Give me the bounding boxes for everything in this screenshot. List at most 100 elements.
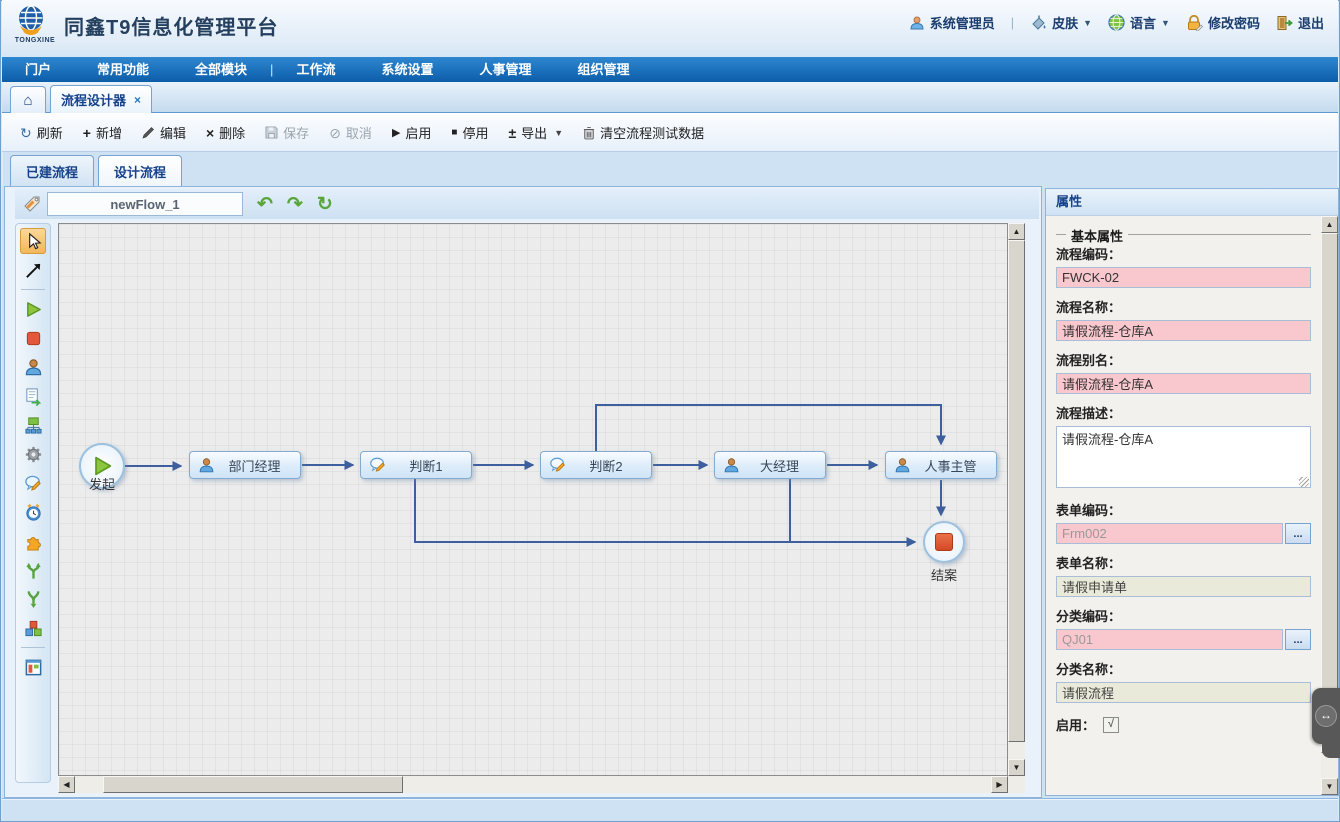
scroll-down-icon[interactable]: ▼ [1321, 778, 1338, 795]
clear-test-data-button[interactable]: 清空流程测试数据 [573, 123, 714, 142]
palette-divider [21, 647, 45, 648]
judge-node-tool[interactable] [20, 470, 46, 496]
cancel-button[interactable]: ⊘ 取消 [319, 123, 382, 142]
undo-icon[interactable]: ↶ [257, 195, 273, 214]
home-tab[interactable]: ⌂ [10, 86, 46, 113]
node-general-manager[interactable]: 大经理 [714, 451, 826, 479]
user-task-tool[interactable] [20, 354, 46, 380]
remote-session-widget[interactable]: ↔ [1312, 688, 1340, 744]
node-judge1[interactable]: 判断1 [360, 451, 472, 479]
close-icon[interactable]: × [134, 93, 141, 107]
node-department-manager[interactable]: 部门经理 [189, 451, 301, 479]
nav-item-system-settings[interactable]: 系统设置 [358, 57, 456, 82]
delete-button[interactable]: × 删除 [196, 123, 255, 142]
globe-logo-icon [12, 4, 50, 38]
fork-node-tool[interactable] [20, 557, 46, 583]
export-button[interactable]: ± 导出 ▼ [498, 123, 573, 142]
nav-item-organization[interactable]: 组织管理 [554, 57, 652, 82]
end-node-tool[interactable] [20, 325, 46, 351]
stop-icon: ■ [451, 126, 457, 140]
change-password-button[interactable]: 修改密码 [1186, 13, 1260, 32]
subflow-tool[interactable] [20, 412, 46, 438]
tab-design-flow[interactable]: 设计流程 [98, 155, 182, 186]
flow-code-label: 流程编码： [1056, 244, 1311, 263]
redo-icon[interactable]: ↷ [287, 195, 303, 214]
tag-icon [23, 195, 41, 213]
chevron-down-icon: ▼ [554, 128, 563, 138]
scroll-up-icon[interactable]: ▲ [1321, 216, 1338, 233]
form-layout-icon [24, 658, 43, 677]
logout-button[interactable]: 退出 [1276, 13, 1324, 32]
disable-button[interactable]: ■ 停用 [441, 123, 498, 142]
chevron-down-icon: ▼ [1161, 18, 1170, 28]
timer-node-tool[interactable] [20, 499, 46, 525]
start-node-tool[interactable] [20, 296, 46, 322]
category-name-input[interactable] [1056, 682, 1311, 703]
floppy-icon [265, 126, 278, 139]
start-icon [24, 300, 43, 319]
current-user[interactable]: 系统管理员 [909, 13, 995, 32]
auto-task-tool[interactable] [20, 383, 46, 409]
node-hr-supervisor[interactable]: 人事主管 [885, 451, 997, 479]
lock-icon [1186, 15, 1203, 31]
nav-item-portal[interactable]: 门户 [2, 57, 74, 82]
add-button[interactable]: + 新增 [73, 123, 132, 142]
flow-alias-input[interactable] [1056, 373, 1311, 394]
scroll-right-icon[interactable]: ▶ [991, 776, 1008, 793]
flow-name-input[interactable] [47, 192, 243, 216]
tab-built-flows[interactable]: 已建流程 [10, 155, 94, 186]
resize-grip-icon[interactable] [1299, 477, 1309, 487]
props-scroll-thumb[interactable] [1321, 233, 1338, 753]
puzzle-icon [24, 532, 43, 551]
comment-edit-icon [369, 456, 387, 474]
nav-item-workflow[interactable]: 工作流 [273, 57, 358, 82]
node-judge2[interactable]: 判断2 [540, 451, 652, 479]
edit-button[interactable]: 编辑 [132, 123, 196, 142]
scroll-up-icon[interactable]: ▲ [1008, 223, 1025, 240]
plugin-node-tool[interactable] [20, 528, 46, 554]
category-name-label: 分类名称： [1056, 659, 1311, 678]
form-code-browse-button[interactable]: ... [1285, 523, 1311, 544]
skin-menu[interactable]: 皮肤 ▼ [1030, 13, 1092, 32]
form-name-input[interactable] [1056, 576, 1311, 597]
enabled-checkbox[interactable]: √ [1103, 717, 1119, 733]
save-button[interactable]: 保存 [255, 123, 319, 142]
x-icon: × [206, 126, 214, 140]
flow-alias-label: 流程别名： [1056, 350, 1311, 369]
hscroll-thumb[interactable] [103, 776, 403, 793]
alarm-clock-icon [24, 503, 43, 522]
flow-name-label: 流程名称： [1056, 297, 1311, 316]
scroll-down-icon[interactable]: ▼ [1008, 759, 1025, 776]
connector-tool[interactable] [20, 257, 46, 283]
end-node[interactable] [923, 521, 965, 563]
nav-item-common-functions[interactable]: 常用功能 [74, 57, 172, 82]
flow-name-input[interactable] [1056, 320, 1311, 341]
refresh-button[interactable]: ↻ 刷新 [10, 123, 73, 142]
reload-flow-icon[interactable]: ↻ [317, 195, 333, 214]
language-menu[interactable]: 语言 ▼ [1108, 13, 1170, 32]
system-task-tool[interactable] [20, 441, 46, 467]
cancel-icon: ⊘ [329, 126, 341, 140]
category-code-input[interactable] [1056, 629, 1283, 650]
scroll-left-icon[interactable]: ◀ [58, 776, 75, 793]
canvas-vscrollbar[interactable]: ▲ ▼ [1008, 223, 1025, 776]
globe-icon [1108, 14, 1125, 31]
vscroll-thumb[interactable] [1008, 240, 1025, 742]
pointer-tool[interactable] [20, 228, 46, 254]
properties-form: 基本属性 流程编码： 流程名称： 流程别名： 流程描述： 请假流程-仓库A 表单… [1046, 216, 1321, 795]
join-node-tool[interactable] [20, 586, 46, 612]
enable-button[interactable]: ▶ 启用 [382, 123, 441, 142]
nav-item-all-modules[interactable]: 全部模块 [172, 57, 270, 82]
canvas-hscrollbar[interactable]: ◀ ▶ [58, 776, 1008, 793]
flow-desc-textarea[interactable]: 请假流程-仓库A [1056, 426, 1311, 488]
flow-code-input[interactable] [1056, 267, 1311, 288]
form-panel-tool[interactable] [20, 654, 46, 680]
category-code-browse-button[interactable]: ... [1285, 629, 1311, 650]
flow-designer-panel: ↶ ↷ ↻ [4, 186, 1042, 798]
flow-canvas[interactable]: 发起 部门经理 判断1 [58, 223, 1008, 776]
form-code-input[interactable] [1056, 523, 1283, 544]
blocks-node-tool[interactable] [20, 615, 46, 641]
tab-flow-designer[interactable]: 流程设计器 × [50, 85, 152, 113]
action-toolbar: ↻ 刷新 + 新增 编辑 × 删除 保存 ⊘ 取消 ▶ 启用 ■ 停用 [2, 113, 1338, 152]
nav-item-hr[interactable]: 人事管理 [456, 57, 554, 82]
